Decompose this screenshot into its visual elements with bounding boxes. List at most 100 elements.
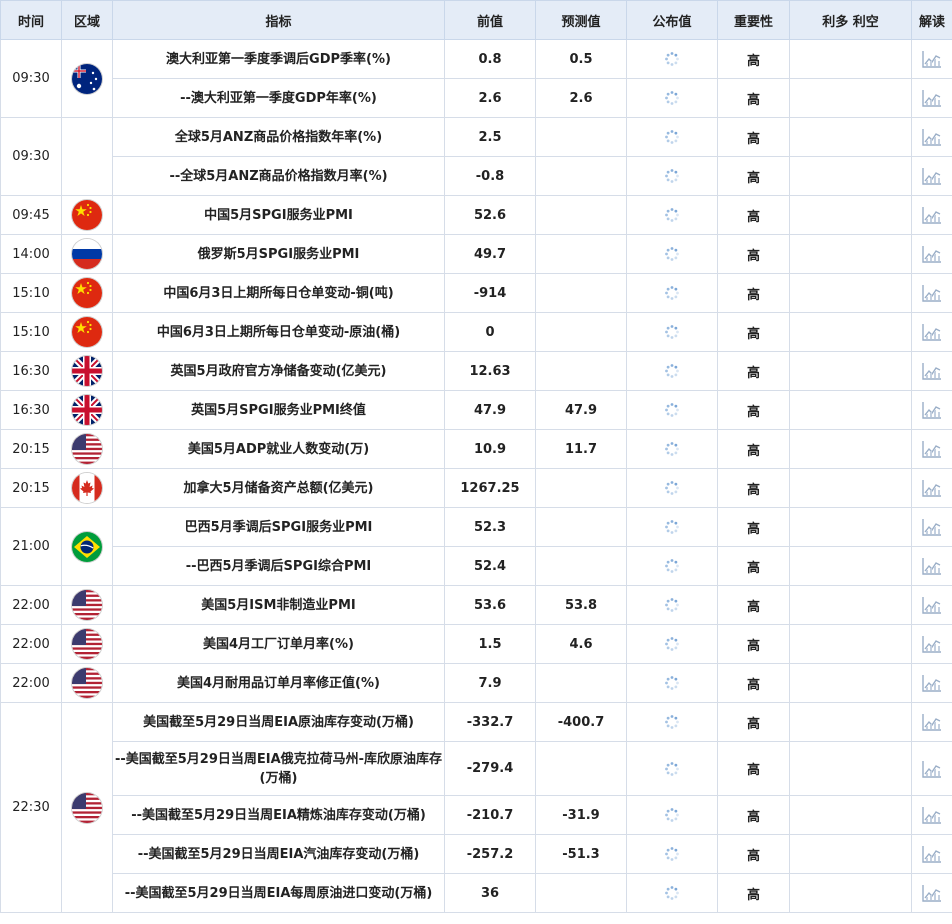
importance-level: 高 [717,507,790,547]
importance-level: 高 [717,234,790,274]
chart-icon[interactable] [921,517,943,537]
previous-value: 52.6 [444,195,536,235]
forecast-value: -31.9 [535,795,627,835]
table-row: 14:00 俄罗斯5月SPGI服务业PMI 49.7 高 [0,234,952,274]
event-time: 15:10 [0,273,62,313]
indicator-name[interactable]: --全球5月ANZ商品价格指数月率(%) [112,156,445,196]
forecast-value [535,117,627,157]
table-row: --巴西5月季调后SPGI综合PMI 52.4 高 [1,546,952,586]
indicator-name[interactable]: 巴西5月季调后SPGI服务业PMI [112,507,445,547]
indicator-name[interactable]: 英国5月SPGI服务业PMI终值 [112,390,445,430]
indicator-name[interactable]: --美国截至5月29日当周EIA俄克拉荷马州-库欣原油库存(万桶) [112,741,445,796]
header-effect: 利多 利空 [789,0,912,40]
chart-icon[interactable] [921,88,943,108]
forecast-value: 53.8 [535,585,627,625]
indicator-name[interactable]: 美国5月ADP就业人数变动(万) [112,429,445,469]
chart-icon[interactable] [921,205,943,225]
chart-icon[interactable] [921,634,943,654]
indicator-name[interactable]: 俄罗斯5月SPGI服务业PMI [112,234,445,274]
table-row: 20:15 加拿大5月储备资产总额(亿美元) 1267.25 高 [0,468,952,508]
importance-level: 高 [717,624,790,664]
indicator-name[interactable]: --美国截至5月29日当周EIA汽油库存变动(万桶) [112,834,445,874]
forecast-value: 2.6 [535,78,627,118]
chart-icon[interactable] [921,759,943,779]
event-time: 22:00 [0,624,62,664]
effect-indicator [789,156,912,196]
header-forecast: 预测值 [535,0,627,40]
indicator-name[interactable]: --澳大利亚第一季度GDP年率(%) [112,78,445,118]
importance-level: 高 [717,351,790,391]
importance-level: 高 [717,312,790,352]
event-region [61,429,113,469]
loading-spinner-icon [664,402,680,418]
usa-flag [72,668,102,698]
chart-icon[interactable] [921,166,943,186]
forecast-value [535,741,627,796]
event-time: 09:30 [0,39,62,118]
chart-icon[interactable] [921,805,943,825]
indicator-name[interactable]: 美国截至5月29日当周EIA原油库存变动(万桶) [112,702,445,742]
importance-level: 高 [717,117,790,157]
forecast-value: 11.7 [535,429,627,469]
event-time: 15:10 [0,312,62,352]
forecast-value [535,663,627,703]
chart-icon[interactable] [921,49,943,69]
previous-value: 2.5 [444,117,536,157]
actual-value [626,78,718,118]
loading-spinner-icon [664,51,680,67]
event-region [61,702,113,913]
previous-value: 36 [444,873,536,913]
chart-icon[interactable] [921,361,943,381]
indicator-name[interactable]: 英国5月政府官方净储备变动(亿美元) [112,351,445,391]
chart-icon[interactable] [921,673,943,693]
chart-icon[interactable] [921,712,943,732]
table-row: 21:00 巴西5月季调后SPGI服务业PMI 52.3 高 [0,507,952,586]
chart-icon[interactable] [921,127,943,147]
chart-icon[interactable] [921,439,943,459]
chart-icon[interactable] [921,478,943,498]
chart-icon[interactable] [921,283,943,303]
table-row: --美国截至5月29日当周EIA每周原油进口变动(万桶) 36 高 [1,873,952,913]
header-importance: 重要性 [717,0,790,40]
forecast-value [535,195,627,235]
indicator-name[interactable]: 加拿大5月储备资产总额(亿美元) [112,468,445,508]
event-time: 21:00 [0,507,62,586]
importance-level: 高 [717,702,790,742]
indicator-name[interactable]: 全球5月ANZ商品价格指数年率(%) [112,117,445,157]
indicator-name[interactable]: 中国6月3日上期所每日仓单变动-铜(吨) [112,273,445,313]
chart-icon[interactable] [921,322,943,342]
indicator-name[interactable]: 美国4月耐用品订单月率修正值(%) [112,663,445,703]
event-time: 22:00 [0,585,62,625]
event-region [61,312,113,352]
chart-icon[interactable] [921,844,943,864]
table-row: 09:30 澳大利亚第一季度季调后GDP季率(%) 0.8 0.5 高 [0,39,952,118]
interpret-cell [911,795,952,835]
chart-icon[interactable] [921,883,943,903]
indicator-name[interactable]: 中国5月SPGI服务业PMI [112,195,445,235]
interpret-cell [911,429,952,469]
table-row: 15:10 中国6月3日上期所每日仓单变动-铜(吨) -914 高 [0,273,952,313]
indicator-name[interactable]: 澳大利亚第一季度季调后GDP季率(%) [112,39,445,79]
header-actual: 公布值 [626,0,718,40]
actual-value [626,741,718,796]
loading-spinner-icon [664,714,680,730]
chart-icon[interactable] [921,400,943,420]
chart-icon[interactable] [921,595,943,615]
indicator-name[interactable]: 美国5月ISM非制造业PMI [112,585,445,625]
effect-indicator [789,507,912,547]
importance-level: 高 [717,195,790,235]
importance-level: 高 [717,741,790,796]
table-row: --澳大利亚第一季度GDP年率(%) 2.6 2.6 高 [1,78,952,118]
loading-spinner-icon [664,807,680,823]
chart-icon[interactable] [921,556,943,576]
effect-indicator [789,702,912,742]
usa-flag [72,629,102,659]
chart-icon[interactable] [921,244,943,264]
indicator-name[interactable]: 美国4月工厂订单月率(%) [112,624,445,664]
previous-value: 7.9 [444,663,536,703]
previous-value: 1267.25 [444,468,536,508]
indicator-name[interactable]: --美国截至5月29日当周EIA每周原油进口变动(万桶) [112,873,445,913]
indicator-name[interactable]: 中国6月3日上期所每日仓单变动-原油(桶) [112,312,445,352]
indicator-name[interactable]: --巴西5月季调后SPGI综合PMI [112,546,445,586]
indicator-name[interactable]: --美国截至5月29日当周EIA精炼油库存变动(万桶) [112,795,445,835]
